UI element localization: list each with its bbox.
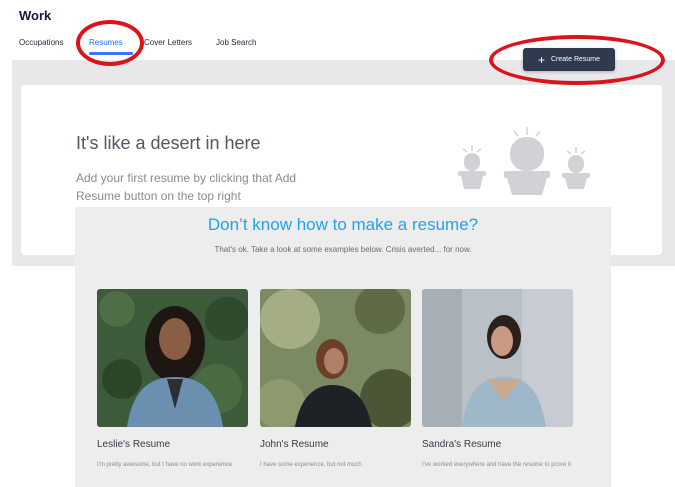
sandra-resume-photo[interactable] xyxy=(422,289,573,427)
tab-cover-letters[interactable]: Cover Letters xyxy=(144,38,192,47)
empty-state-description: Add your first resume by clicking that A… xyxy=(76,171,297,203)
examples-title: Don’t know how to make a resume? xyxy=(207,215,479,234)
sandra-resume-title[interactable]: Sandra's Resume xyxy=(422,439,501,450)
empty-state-title: It's like a desert in here xyxy=(76,133,261,153)
annotation-circle-button xyxy=(489,35,665,85)
leslie-resume-photo[interactable] xyxy=(97,289,248,427)
john-resume-description: I have some experience, but not much xyxy=(260,462,362,468)
tab-job-search[interactable]: Job Search xyxy=(216,38,256,47)
john-resume-title[interactable]: John's Resume xyxy=(260,439,329,450)
cactus-small-right-icon xyxy=(562,147,590,189)
leslie-resume-title[interactable]: Leslie's Resume xyxy=(97,439,170,450)
page-title: Work xyxy=(19,8,52,23)
examples-panel: Don’t know how to make a resume? That's … xyxy=(75,207,611,487)
sandra-resume-description: I've worked everywhere and have the resu… xyxy=(422,462,571,468)
annotation-circle-tab xyxy=(76,20,144,66)
john-resume-photo[interactable] xyxy=(260,289,411,427)
tab-occupations[interactable]: Occupations xyxy=(19,38,63,47)
leslie-resume-description: I'm pretty awesome, but I have no work e… xyxy=(97,462,233,468)
examples-subtitle: That's ok. Take a look at some examples … xyxy=(214,245,472,254)
